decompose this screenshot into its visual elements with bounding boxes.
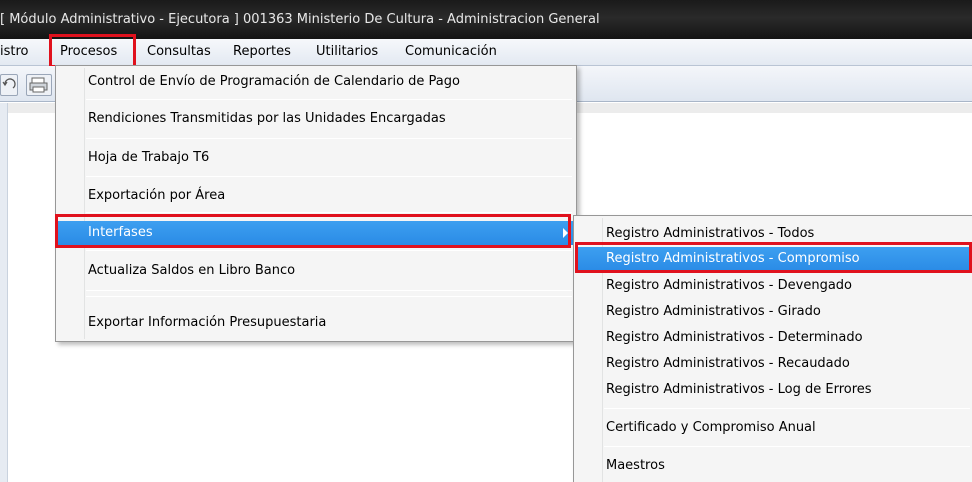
menu-item-exportacion-area[interactable]: Exportación por Área [58,184,574,208]
window-title: [ Módulo Administrativo - Ejecutora ] 00… [0,12,600,27]
submenu-item-determinado[interactable]: Registro Administrativos - Determinado [576,326,972,350]
procesos-menu: Control de Envío de Programación de Cale… [55,65,577,342]
menu-bar: istro Procesos Consultas Reportes Utilit… [0,39,972,66]
menu-utilitarios[interactable]: Utilitarios [316,44,378,59]
menu-item-label: Registro Administrativos - Devengado [606,278,852,293]
menu-item-label: Control de Envío de Programación de Cale… [88,74,460,89]
menu-reportes[interactable]: Reportes [233,44,291,59]
menu-separator [86,290,572,291]
undo-button[interactable] [0,74,18,96]
menu-item-label: Exportación por Área [88,188,226,203]
submenu-item-log-errores[interactable]: Registro Administrativos - Log de Errore… [576,378,972,402]
print-button[interactable] [26,74,52,96]
menu-item-hoja-trabajo[interactable]: Hoja de Trabajo T6 [58,146,574,170]
submenu-item-girado[interactable]: Registro Administrativos - Girado [576,300,972,324]
menu-item-rendiciones[interactable]: Rendiciones Transmitidas por las Unidade… [58,107,574,131]
menu-item-label: Hoja de Trabajo T6 [88,150,210,165]
menu-separator [86,250,572,251]
menu-item-label: Registro Administrativos - Log de Errore… [606,382,872,397]
annotation-highlight-compromiso [575,242,972,273]
menu-item-label: Registro Administrativos - Girado [606,304,821,319]
submenu-item-certificado-compromiso[interactable]: Certificado y Compromiso Anual [576,416,972,440]
menu-separator [604,408,970,409]
print-icon [27,75,51,95]
menu-separator [86,138,572,139]
menu-item-label: Registro Administrativos - Recaudado [606,356,850,371]
left-panel-strip [0,103,8,482]
menu-item-exportar-presupuestaria[interactable]: Exportar Información Presupuestaria [58,311,574,335]
menu-item-label: Certificado y Compromiso Anual [606,420,816,435]
menu-consultas[interactable]: Consultas [147,44,211,59]
menu-item-label: Actualiza Saldos en Libro Banco [88,263,296,278]
menu-item-label: Registro Administrativos - Todos [606,226,815,241]
submenu-item-devengado[interactable]: Registro Administrativos - Devengado [576,274,972,298]
submenu-item-maestros[interactable]: Maestros [576,454,972,478]
menu-separator [86,296,572,297]
menu-separator [604,446,970,447]
menu-item-label: Registro Administrativos - Determinado [606,330,863,345]
menu-comunicacion[interactable]: Comunicación [405,44,497,59]
menu-registro[interactable]: istro [0,44,29,59]
menu-separator [86,212,572,213]
menu-item-label: Exportar Información Presupuestaria [88,315,327,330]
window-titlebar: [ Módulo Administrativo - Ejecutora ] 00… [0,0,972,39]
menu-item-control-envio[interactable]: Control de Envío de Programación de Cale… [58,70,574,94]
menu-item-label: Maestros [606,458,665,473]
undo-icon [1,75,17,95]
menu-item-label: Rendiciones Transmitidas por las Unidade… [88,111,446,126]
annotation-highlight-interfases [55,214,571,248]
submenu-item-recaudado[interactable]: Registro Administrativos - Recaudado [576,352,972,376]
menu-separator [86,99,572,100]
menu-item-actualiza-saldos[interactable]: Actualiza Saldos en Libro Banco [58,259,574,283]
annotation-highlight-procesos [49,34,136,68]
menu-separator [86,176,572,177]
